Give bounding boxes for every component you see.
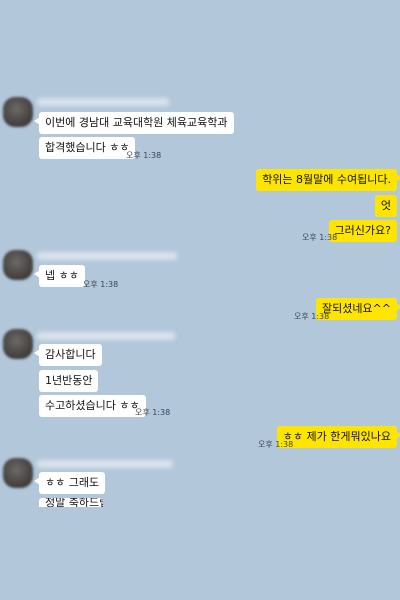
message-time: 오후 1:38 [126,151,162,160]
message-time: 오후 1:38 [135,408,171,417]
message-bubble[interactable]: 합격했습니다 ㅎㅎ [39,137,136,159]
message-bubble[interactable]: 엇 [374,195,397,217]
sender-name-blurred [37,332,175,340]
sender-name-blurred [37,460,173,468]
message-bubble-partial[interactable]: 정말 축하드립니다 [39,498,103,507]
sender-name-blurred [37,252,177,260]
avatar[interactable] [3,250,33,280]
avatar[interactable] [3,97,33,127]
blurred-bottom-area [0,507,400,600]
chat-room-view[interactable]: 이번에 경남대 교육대학원 체육교육학과 합격했습니다 ㅎㅎ 오후 1:38 학… [0,0,400,600]
avatar[interactable] [3,458,33,488]
message-bubble[interactable]: 수고하셨습니다 ㅎㅎ [39,395,146,417]
message-bubble[interactable]: ㅎㅎ 그래도 [33,472,106,494]
message-time: 오후 1:38 [258,440,294,449]
message-bubble[interactable]: 이번에 경남대 교육대학원 체육교육학과 [34,112,234,134]
message-bubble[interactable]: 넵 ㅎㅎ [34,265,85,287]
message-bubble-text: 정말 축하드립니다 [45,498,103,507]
message-bubble[interactable]: 그러신가요? [328,220,397,242]
message-bubble[interactable]: ㅎㅎ 제가 한게뭐있나요 [276,426,400,448]
message-time: 오후 1:38 [294,312,330,321]
message-bubble[interactable]: 1년반동안 [39,370,99,392]
message-bubble[interactable]: 학위는 8월말에 수여됩니다. [256,169,400,191]
message-time: 오후 1:38 [302,233,338,242]
avatar[interactable] [3,329,33,359]
message-time: 오후 1:38 [83,280,119,289]
sender-name-blurred [37,98,169,106]
message-bubble[interactable]: 감사합니다 [34,344,102,366]
